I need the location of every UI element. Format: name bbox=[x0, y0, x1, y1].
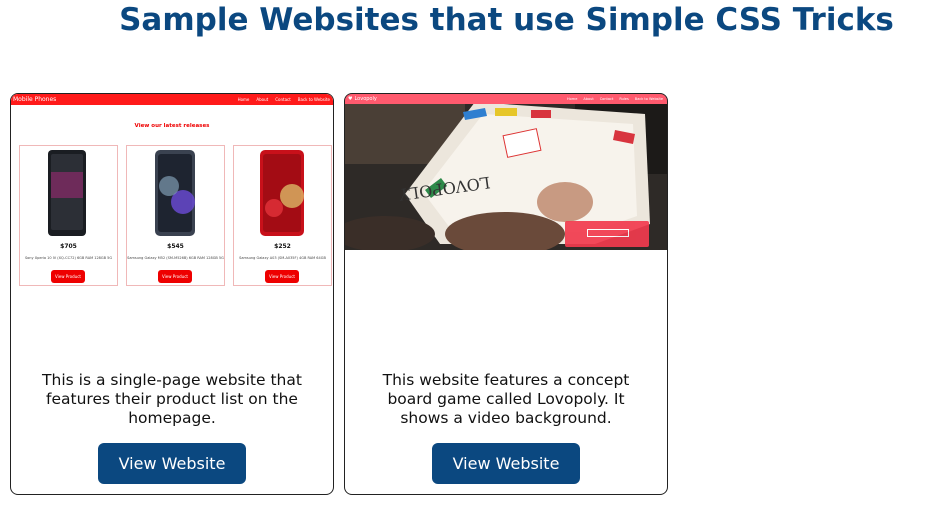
preview-nav-bar: Mobile Phones Home About Contact Back to… bbox=[11, 94, 333, 105]
card-description: This is a single-page website that featu… bbox=[11, 371, 333, 428]
preview-nav-link: Rules bbox=[619, 97, 629, 101]
preview-nav-link: About bbox=[583, 97, 594, 101]
product-name: Sony Xperia 10 IV (XQ-CC72) 6GB RAM 128G… bbox=[24, 256, 113, 260]
website-card-lovopoly: LOVOPOLY ♥ Lovopoly Home About Contact R… bbox=[344, 93, 668, 495]
website-preview-mobile-phones: Mobile Phones Home About Contact Back to… bbox=[11, 94, 333, 294]
heart-icon: ♥ bbox=[348, 96, 353, 102]
preview-overlay-panel bbox=[565, 221, 649, 247]
product-name: Samsung Galaxy M52 (SM-M526B) 6GB RAM 12… bbox=[127, 256, 224, 260]
preview-product-card: $545 Samsung Galaxy M52 (SM-M526B) 6GB R… bbox=[126, 145, 225, 286]
phone-image bbox=[48, 150, 86, 236]
product-price: $252 bbox=[274, 243, 291, 250]
preview-nav-link: Home bbox=[237, 97, 250, 102]
preview-nav-link: Contact bbox=[275, 97, 291, 102]
description-line: This website features a concept bbox=[382, 371, 630, 389]
preview-product-card: $705 Sony Xperia 10 IV (XQ-CC72) 6GB RAM… bbox=[19, 145, 118, 286]
description-line: This is a single-page website that bbox=[42, 371, 302, 389]
website-card-mobile-phones: Mobile Phones Home About Contact Back to… bbox=[10, 93, 334, 495]
page-title: Sample Websites that use Simple CSS Tric… bbox=[119, 2, 894, 38]
preview-nav-bar: ♥ Lovopoly Home About Contact Rules Back… bbox=[345, 94, 667, 104]
view-website-button[interactable]: View Website bbox=[432, 443, 580, 484]
view-product-button: View Product bbox=[158, 270, 192, 283]
preview-brand: Mobile Phones bbox=[13, 96, 57, 103]
website-preview-lovopoly: LOVOPOLY ♥ Lovopoly Home About Contact R… bbox=[345, 94, 667, 250]
preview-nav-link: Back to Website bbox=[297, 97, 330, 102]
description-line: shows a video background. bbox=[400, 409, 612, 427]
preview-product-card: $252 Samsung Galaxy A03 (SM-A035F) 4GB R… bbox=[233, 145, 332, 286]
description-line: board game called Lovopoly. It bbox=[387, 390, 625, 408]
preview-nav-link: About bbox=[256, 97, 269, 102]
phone-image bbox=[260, 150, 304, 236]
phone-image bbox=[155, 150, 195, 236]
view-website-button[interactable]: View Website bbox=[98, 443, 246, 484]
view-product-button: View Product bbox=[51, 270, 85, 283]
preview-nav-link: Back to Website bbox=[634, 97, 663, 101]
card-description: This website features a concept board ga… bbox=[345, 371, 667, 428]
preview-overlay-button bbox=[587, 229, 629, 237]
preview-nav-link: Contact bbox=[599, 97, 614, 101]
product-name: Samsung Galaxy A03 (SM-A035F) 4GB RAM 64… bbox=[239, 256, 326, 260]
product-price: $545 bbox=[167, 243, 184, 250]
description-line: homepage. bbox=[128, 409, 216, 427]
product-price: $705 bbox=[60, 243, 77, 250]
preview-nav-link: Home bbox=[567, 97, 578, 101]
view-product-button: View Product bbox=[265, 270, 299, 283]
preview-brand: Lovopoly bbox=[354, 96, 377, 102]
description-line: features their product list on the bbox=[46, 390, 298, 408]
preview-heading: View our latest releases bbox=[134, 123, 210, 129]
